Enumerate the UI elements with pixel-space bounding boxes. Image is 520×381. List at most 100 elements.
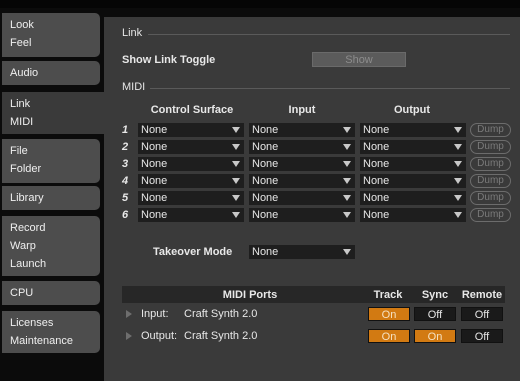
dropdown-value: None — [252, 192, 279, 204]
chevron-down-icon — [343, 127, 351, 133]
dropdown-value: None — [141, 158, 168, 170]
control-surface-dropdown[interactable]: None — [138, 157, 244, 171]
control-surface-header: Control Surface — [150, 104, 234, 116]
sidebar-tab-link-midi[interactable]: Link MIDI — [2, 92, 108, 134]
remote-toggle[interactable]: Off — [461, 329, 503, 343]
output-dropdown[interactable]: None — [360, 157, 466, 171]
dump-button[interactable]: Dump — [470, 174, 511, 188]
dump-button[interactable]: Dump — [470, 140, 511, 154]
sync-toggle[interactable]: Off — [414, 307, 456, 321]
input-dropdown[interactable]: None — [249, 157, 355, 171]
midi-section-title: MIDI — [122, 81, 146, 93]
input-dropdown[interactable]: None — [249, 140, 355, 154]
sidebar-tab-file-folder[interactable]: File Folder — [2, 139, 100, 183]
chevron-down-icon — [232, 127, 240, 133]
chevron-down-icon — [232, 144, 240, 150]
link-section-title: Link — [122, 27, 143, 39]
sync-toggle[interactable]: On — [414, 329, 456, 343]
sidebar-tab-record-warp-launch[interactable]: Record Warp Launch — [2, 216, 100, 276]
chevron-down-icon — [343, 249, 351, 255]
control-surface-dropdown[interactable]: None — [138, 191, 244, 205]
sidebar-tab-label: Folder — [10, 163, 42, 175]
output-dropdown[interactable]: None — [360, 140, 466, 154]
sidebar-tab-label: Maintenance — [10, 335, 73, 347]
input-dropdown[interactable]: None — [249, 191, 355, 205]
input-dropdown[interactable]: None — [249, 123, 355, 137]
dump-button[interactable]: Dump — [470, 123, 511, 137]
chevron-down-icon — [343, 195, 351, 201]
chevron-down-icon — [343, 161, 351, 167]
dropdown-value: None — [363, 175, 390, 187]
takeover-mode-dropdown[interactable]: None — [249, 245, 355, 259]
sidebar-tab-label: Audio — [10, 67, 39, 79]
row-number: 2 — [122, 141, 129, 153]
section-divider — [148, 34, 510, 35]
dropdown-value: None — [363, 209, 390, 221]
chevron-down-icon — [232, 178, 240, 184]
input-header: Input — [288, 104, 316, 116]
output-dropdown[interactable]: None — [360, 191, 466, 205]
midi-ports-title: MIDI Ports — [222, 289, 278, 301]
row-number: 3 — [122, 158, 129, 170]
chevron-down-icon — [343, 178, 351, 184]
chevron-down-icon — [454, 161, 462, 167]
dropdown-value: None — [252, 246, 279, 258]
control-surface-dropdown[interactable]: None — [138, 123, 244, 137]
show-link-toggle-button[interactable]: Show — [312, 52, 406, 67]
chevron-down-icon — [454, 127, 462, 133]
chevron-down-icon — [454, 144, 462, 150]
sidebar-tab-label: Licenses — [10, 317, 54, 329]
remote-toggle[interactable]: Off — [461, 307, 503, 321]
sidebar-tab-cpu[interactable]: CPU — [2, 281, 100, 305]
input-dropdown[interactable]: None — [249, 174, 355, 188]
port-direction: Output: — [141, 330, 178, 342]
row-number: 6 — [122, 209, 129, 221]
chevron-down-icon — [343, 212, 351, 218]
chevron-down-icon — [454, 195, 462, 201]
sidebar-tab-label: Library — [10, 192, 44, 204]
sidebar-tab-label: Feel — [10, 37, 32, 49]
track-toggle[interactable]: On — [368, 329, 410, 343]
dropdown-value: None — [252, 175, 279, 187]
top-bar — [0, 0, 520, 8]
sidebar-tab-label: Look — [10, 19, 34, 31]
sidebar-tab-label: Warp — [10, 240, 36, 252]
sidebar-tab-licenses-maintenance[interactable]: Licenses Maintenance — [2, 311, 100, 353]
sidebar-tab-label: Record — [10, 222, 46, 234]
remote-header: Remote — [461, 289, 503, 301]
output-dropdown[interactable]: None — [360, 174, 466, 188]
dropdown-value: None — [363, 124, 390, 136]
dropdown-value: None — [252, 124, 279, 136]
sidebar-tab-library[interactable]: Library — [2, 186, 100, 210]
output-dropdown[interactable]: None — [360, 208, 466, 222]
expand-triangle-icon[interactable] — [126, 310, 132, 318]
output-header: Output — [393, 104, 431, 116]
chevron-down-icon — [232, 195, 240, 201]
takeover-mode-label: Takeover Mode — [153, 246, 233, 258]
control-surface-dropdown[interactable]: None — [138, 140, 244, 154]
row-number: 5 — [122, 192, 129, 204]
dropdown-value: None — [141, 209, 168, 221]
row-number: 4 — [122, 175, 129, 187]
dropdown-value: None — [141, 141, 168, 153]
sidebar-tab-label: CPU — [10, 287, 34, 299]
dump-button[interactable]: Dump — [470, 208, 511, 222]
dump-button[interactable]: Dump — [470, 157, 511, 171]
control-surface-dropdown[interactable]: None — [138, 208, 244, 222]
sidebar-tab-label: Launch — [10, 258, 47, 270]
expand-triangle-icon[interactable] — [126, 332, 132, 340]
port-name: Craft Synth 2.0 — [184, 308, 258, 320]
sidebar-tab-look-feel[interactable]: Look Feel — [2, 13, 100, 57]
control-surface-dropdown[interactable]: None — [138, 174, 244, 188]
input-dropdown[interactable]: None — [249, 208, 355, 222]
sync-header: Sync — [421, 289, 449, 301]
port-direction: Input: — [141, 308, 169, 320]
port-name: Craft Synth 2.0 — [184, 330, 258, 342]
dump-button[interactable]: Dump — [470, 191, 511, 205]
sidebar-tab-audio[interactable]: Audio — [2, 61, 100, 85]
output-dropdown[interactable]: None — [360, 123, 466, 137]
chevron-down-icon — [232, 161, 240, 167]
sidebar-tab-label: Link — [10, 98, 31, 110]
track-toggle[interactable]: On — [368, 307, 410, 321]
sidebar-tab-label: File — [10, 145, 28, 157]
